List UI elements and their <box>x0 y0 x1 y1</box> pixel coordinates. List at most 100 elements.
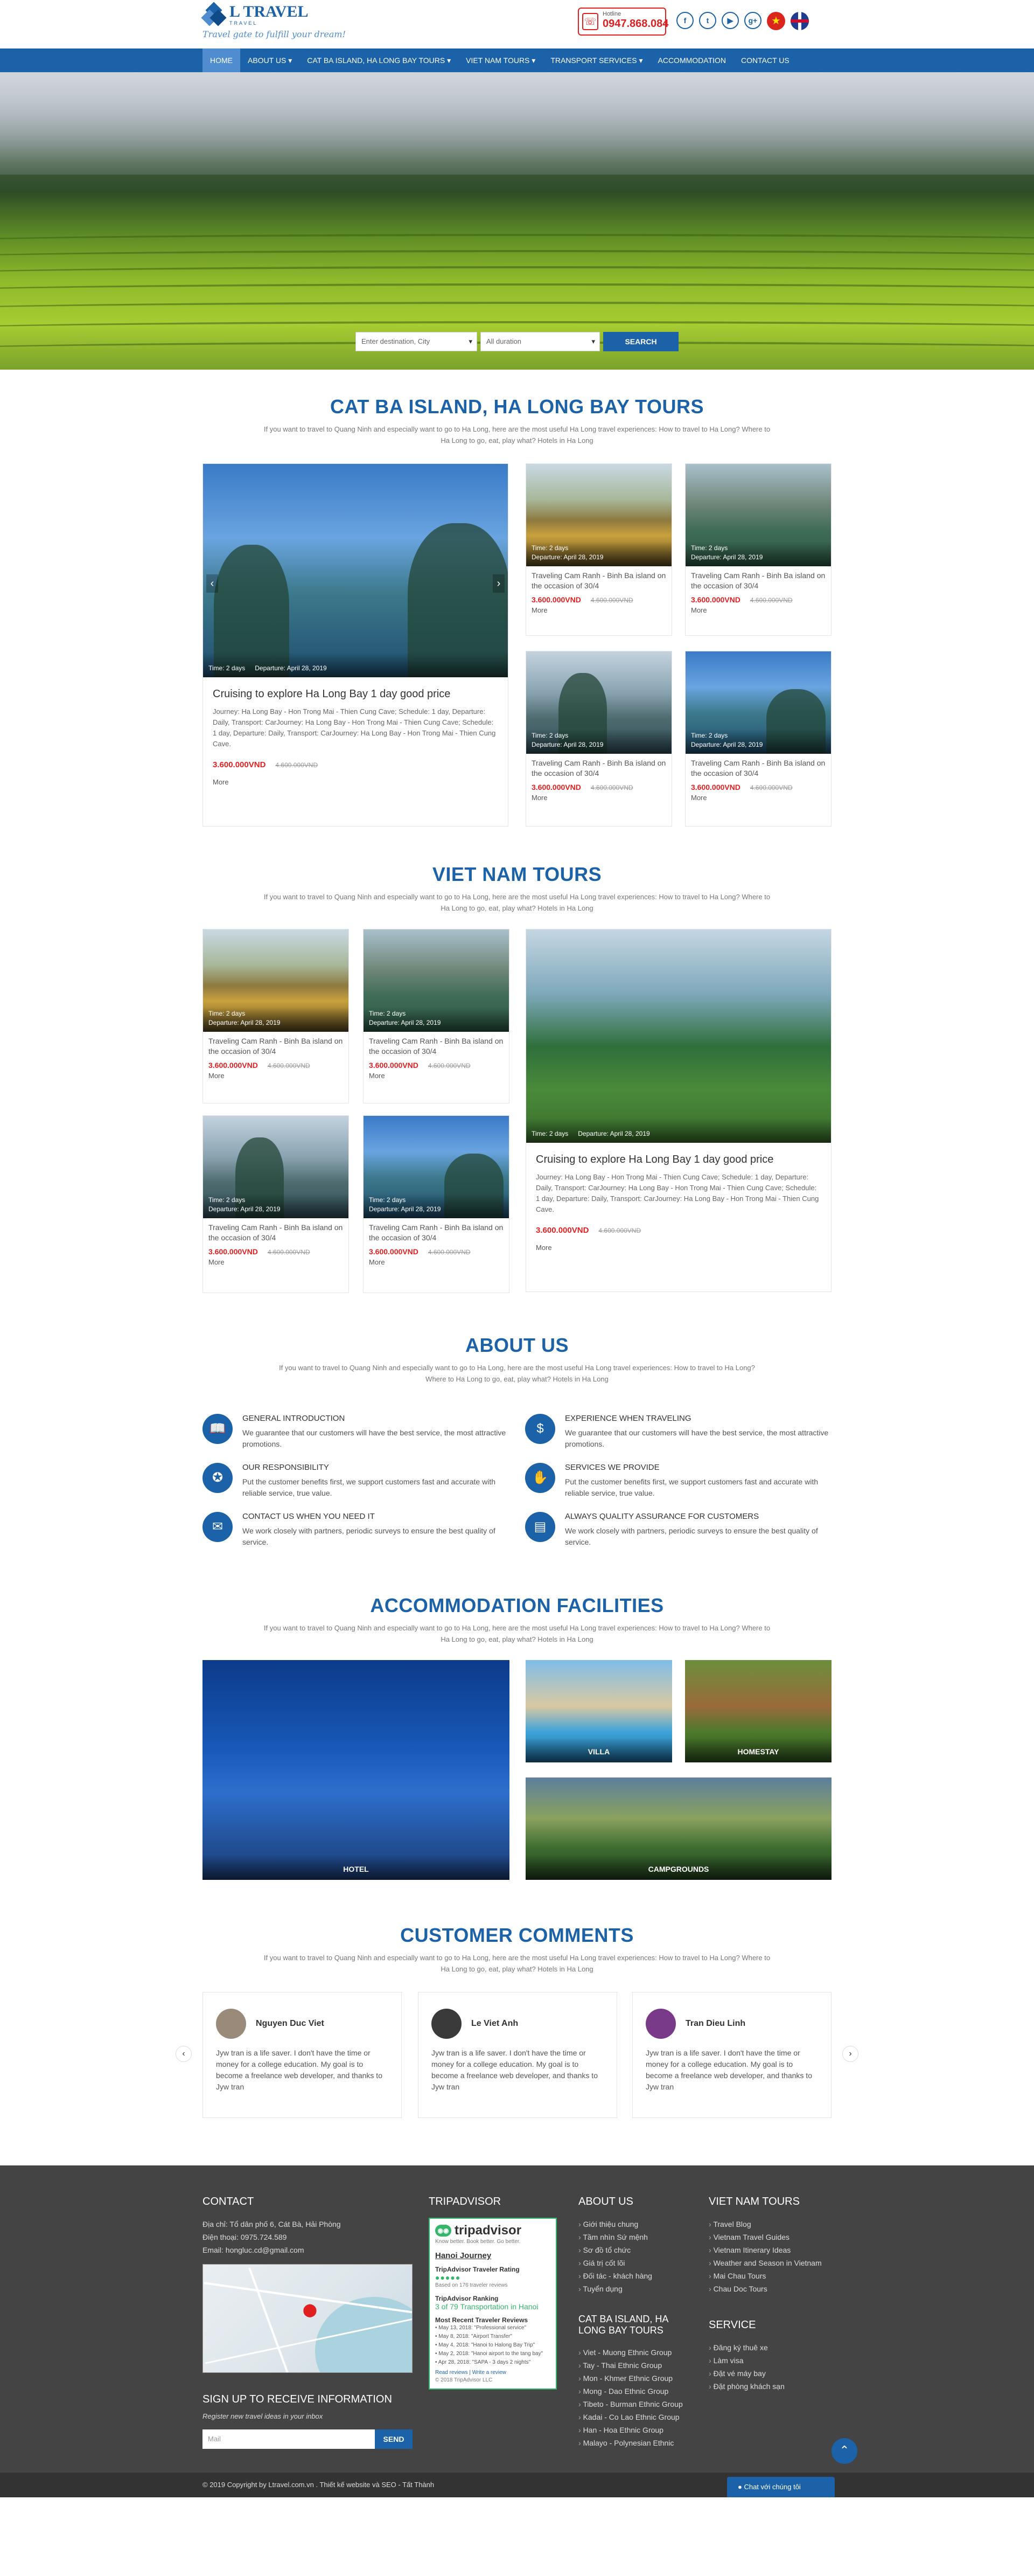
tour-more-link[interactable]: More <box>369 1072 504 1080</box>
tripadvisor-links[interactable]: Read reviews | Write a review <box>435 2369 550 2377</box>
newsletter-email-input[interactable]: Mail <box>202 2429 375 2449</box>
nav-transport-services[interactable]: TRANSPORT SERVICES ▾ <box>543 48 650 72</box>
site-logo[interactable]: L TRAVEL TRAVEL <box>201 2 308 28</box>
footer-link[interactable]: Tầm nhìn Sứ mệnh <box>578 2231 697 2244</box>
tour-title[interactable]: Traveling Cam Ranh - Binh Ba island on t… <box>208 1223 343 1243</box>
about-section-title: ABOUT US <box>465 1334 569 1356</box>
nav-about-us[interactable]: ABOUT US ▾ <box>240 48 299 72</box>
tour-more-link[interactable]: More <box>691 794 826 802</box>
tour-more-link[interactable]: More <box>369 1258 504 1266</box>
vietnam-tour-card[interactable]: Time: 2 days Departure: April 28, 2019 Tr… <box>202 929 349 1103</box>
tour-title[interactable]: Cruising to explore Ha Long Bay 1 day go… <box>536 1152 821 1167</box>
vietnam-tour-card[interactable]: Time: 2 days Departure: April 28, 2019 Tr… <box>202 1115 349 1293</box>
vietnam-tour-card[interactable]: Time: 2 days Departure: April 28, 2019 Tr… <box>363 929 509 1103</box>
accommodation-campgrounds[interactable]: CAMPGROUNDS <box>526 1777 832 1880</box>
vietnamese-flag-icon[interactable]: ★ <box>767 12 785 30</box>
accommodation-hotel[interactable]: HOTEL <box>202 1660 509 1880</box>
tripadvisor-widget[interactable]: ◉◉ tripadvisor Know better. Book better. … <box>429 2218 557 2390</box>
twitter-icon[interactable]: t <box>699 12 716 29</box>
tour-title[interactable]: Traveling Cam Ranh - Binh Ba island on t… <box>369 1223 504 1243</box>
tripadvisor-review[interactable]: May 4, 2018: "Hanoi to Halong Bay Trip" <box>435 2341 550 2350</box>
tour-old-price: 4.600.000VND <box>750 596 793 604</box>
footer-link[interactable]: Tibeto - Burman Ethnic Group <box>578 2398 697 2411</box>
tour-title[interactable]: Cruising to explore Ha Long Bay 1 day go… <box>213 687 498 701</box>
catba-tour-card[interactable]: Time: 2 days Departure: April 28, 2019 Tr… <box>685 651 832 827</box>
footer-link[interactable]: Giá trị cốt lõi <box>578 2256 697 2269</box>
facebook-icon[interactable]: f <box>676 12 694 29</box>
footer-link[interactable]: Vietnam Itinerary Ideas <box>709 2244 832 2256</box>
comments-next-icon[interactable]: › <box>842 2046 858 2062</box>
tripadvisor-review[interactable]: May 2, 2018: "Hanoi airport to the tang … <box>435 2350 550 2358</box>
chat-widget-button[interactable]: ● Chat với chúng tôi <box>727 2477 835 2497</box>
search-button[interactable]: SEARCH <box>603 332 679 351</box>
nav-contact-us[interactable]: CONTACT US <box>733 48 797 72</box>
english-flag-icon[interactable] <box>791 12 809 30</box>
footer-link[interactable]: Đăng ký thuê xe <box>709 2341 832 2354</box>
footer-link[interactable]: Giới thiệu chung <box>578 2218 697 2231</box>
hotline-box[interactable]: ☏ Hotline 0947.868.084 <box>578 8 668 36</box>
nav-vietnam-tours[interactable]: VIET NAM TOURS ▾ <box>458 48 543 72</box>
location-map[interactable]: ⬤ <box>202 2264 413 2373</box>
footer-link[interactable]: Đối tác - khách hàng <box>578 2269 697 2282</box>
vietnam-featured-tour[interactable]: Time: 2 days Departure: April 28, 2019 C… <box>526 929 832 1292</box>
scroll-to-top-icon[interactable]: ⌃ <box>832 2438 857 2464</box>
accommodation-homestay[interactable]: HOMESTAY <box>685 1660 832 1762</box>
newsletter-send-button[interactable]: SEND <box>375 2429 413 2449</box>
tour-title[interactable]: Traveling Cam Ranh - Binh Ba island on t… <box>532 758 666 779</box>
duration-select[interactable]: All duration <box>480 332 600 351</box>
footer-link[interactable]: Đặt phòng khách sạn <box>709 2380 832 2393</box>
footer-link[interactable]: Mong - Dao Ethnic Group <box>578 2385 697 2398</box>
footer-link[interactable]: Malayo - Polynesian Ethnic <box>578 2436 697 2449</box>
tripadvisor-review[interactable]: May 8, 2018: "Airport Transfer" <box>435 2332 550 2341</box>
tour-title[interactable]: Traveling Cam Ranh - Binh Ba island on t… <box>208 1036 343 1057</box>
tour-more-link[interactable]: More <box>208 1258 343 1266</box>
tour-more-link[interactable]: More <box>532 794 666 802</box>
catba-tour-card[interactable]: Time: 2 days Departure: April 28, 2019 Tr… <box>526 463 672 636</box>
footer-link[interactable]: Kadai - Co Lao Ethnic Group <box>578 2411 697 2424</box>
footer-link[interactable]: Làm visa <box>709 2354 832 2367</box>
footer-link[interactable]: Vietnam Travel Guides <box>709 2231 832 2244</box>
footer-link[interactable]: Mai Chau Tours <box>709 2269 832 2282</box>
tour-old-price: 4.600.000VND <box>428 1062 471 1070</box>
accommodation-villa[interactable]: VILLA <box>526 1660 672 1762</box>
tour-more-link[interactable]: More <box>536 1244 821 1252</box>
footer-link[interactable]: Đặt vé máy bay <box>709 2367 832 2380</box>
catba-tour-card[interactable]: Time: 2 days Departure: April 28, 2019 Tr… <box>685 463 832 636</box>
footer-link[interactable]: Mon - Khmer Ethnic Group <box>578 2372 697 2385</box>
tripadvisor-ranking[interactable]: 3 of 79 Transportation in Hanoi <box>435 2302 550 2311</box>
carousel-prev-icon[interactable]: ‹ <box>206 574 218 593</box>
tour-title[interactable]: Traveling Cam Ranh - Binh Ba island on t… <box>691 758 826 779</box>
catba-featured-tour[interactable]: ‹ › Time: 2 days Departure: April 28, 20… <box>202 463 508 827</box>
footer-link[interactable]: Weather and Season in Vietnam <box>709 2256 832 2269</box>
footer-link[interactable]: Tuyển dụng <box>578 2282 697 2295</box>
tour-title[interactable]: Traveling Cam Ranh - Binh Ba island on t… <box>369 1036 504 1057</box>
tour-more-link[interactable]: More <box>208 1072 343 1080</box>
catba-tour-card[interactable]: Time: 2 days Departure: April 28, 2019 Tr… <box>526 651 672 827</box>
tour-more-link[interactable]: More <box>213 778 498 786</box>
destination-select[interactable]: Enter destination, City <box>355 332 477 351</box>
commenter-name: Nguyen Duc Viet <box>256 2019 324 2028</box>
google-plus-icon[interactable]: g+ <box>744 12 761 29</box>
tour-more-link[interactable]: More <box>532 606 666 614</box>
tripadvisor-recent-title: Most Recent Traveler Reviews <box>435 2316 528 2324</box>
nav-home[interactable]: HOME <box>202 48 240 72</box>
youtube-icon[interactable]: ▶ <box>722 12 739 29</box>
tour-title[interactable]: Traveling Cam Ranh - Binh Ba island on t… <box>691 571 826 591</box>
carousel-next-icon[interactable]: › <box>493 574 505 593</box>
vietnam-tour-card[interactable]: Time: 2 days Departure: April 28, 2019 Tr… <box>363 1115 509 1293</box>
footer-link[interactable]: Travel Blog <box>709 2218 832 2231</box>
footer-link[interactable]: Han - Hoa Ethnic Group <box>578 2424 697 2436</box>
nav-accommodation[interactable]: ACCOMMODATION <box>651 48 734 72</box>
footer-link[interactable]: Chau Doc Tours <box>709 2282 832 2295</box>
about-item-text: We guarantee that our customers will hav… <box>242 1428 506 1448</box>
footer-link[interactable]: Tay - Thai Ethnic Group <box>578 2359 697 2372</box>
tripadvisor-review[interactable]: May 13, 2018: "Professional service" <box>435 2324 550 2332</box>
tripadvisor-review[interactable]: Apr 28, 2018: "SAPA - 3 days 2 nights" <box>435 2358 550 2367</box>
tripadvisor-place[interactable]: Hanoi Journey <box>435 2251 550 2260</box>
tour-title[interactable]: Traveling Cam Ranh - Binh Ba island on t… <box>532 571 666 591</box>
footer-link[interactable]: Sơ đồ tổ chức <box>578 2244 697 2256</box>
tour-more-link[interactable]: More <box>691 606 826 614</box>
footer-link[interactable]: Viet - Muong Ethnic Group <box>578 2346 697 2359</box>
comments-prev-icon[interactable]: ‹ <box>176 2046 192 2062</box>
nav-catba-tours[interactable]: CAT BA ISLAND, HA LONG BAY TOURS ▾ <box>299 48 458 72</box>
